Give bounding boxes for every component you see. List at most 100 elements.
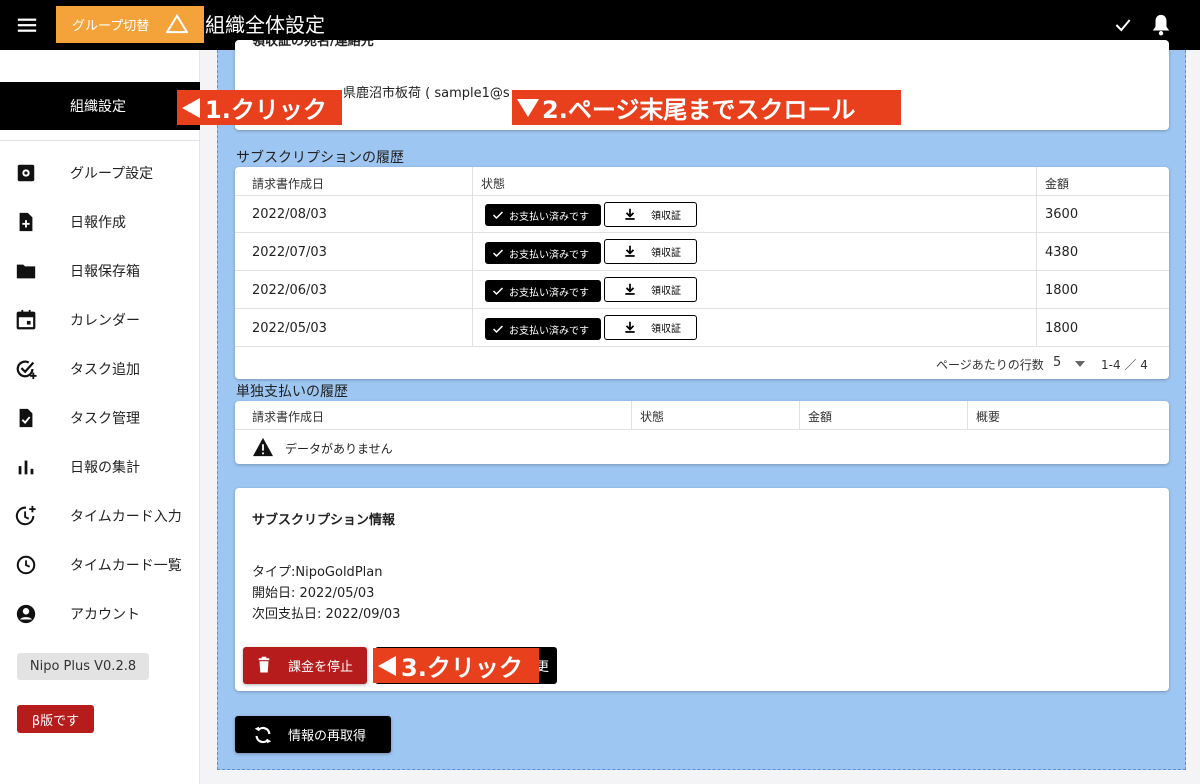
receipt-label: 領収証	[651, 211, 681, 222]
row-divider	[235, 195, 1169, 196]
sidebar-item-label: タイムカード入力	[70, 509, 182, 525]
stop-billing-button[interactable]: 課金を停止	[243, 647, 367, 684]
invoice-date: 2022/08/03	[252, 207, 327, 222]
column-header-invoice-date: 請求書作成日	[252, 410, 325, 424]
check-icon	[492, 325, 504, 334]
chevron-down-icon[interactable]	[1075, 361, 1085, 367]
status-text: お支払い済みです	[509, 325, 589, 337]
invoice-date: 2022/06/03	[252, 283, 327, 298]
menu-icon[interactable]	[16, 14, 38, 36]
sidebar-item-organization-settings[interactable]: 組織設定	[0, 82, 200, 130]
sidebar-item-add-task[interactable]: タスク追加	[0, 349, 200, 389]
sidebar-item-report-box[interactable]: 日報保存箱	[0, 251, 200, 291]
next-payment-date: 次回支払日: 2022/09/03	[252, 607, 401, 622]
status-badge: お支払い済みです	[485, 204, 601, 226]
rows-per-page-select[interactable]: 5	[1053, 355, 1061, 370]
arrow-left-icon	[182, 98, 200, 118]
beta-chip: β版です	[17, 705, 94, 733]
sidebar-item-label: タスク追加	[70, 362, 140, 378]
bar-chart-icon	[18, 460, 34, 475]
column-header-invoice-date: 請求書作成日	[252, 177, 325, 191]
sidebar-item-label: タスク管理	[70, 411, 140, 427]
rows-per-page-label: ページあたりの行数	[936, 358, 1044, 372]
check-icon	[492, 249, 504, 258]
version-chip: Nipo Plus V0.2.8	[17, 653, 149, 680]
sidebar-item-create-report[interactable]: 日報作成	[0, 202, 200, 242]
check-icon	[492, 211, 504, 220]
sidebar-item-calendar[interactable]: カレンダー	[0, 300, 200, 340]
status-text: お支払い済みです	[509, 287, 589, 299]
annotation-text: 3.クリック	[401, 654, 523, 682]
receipt-address-title: 領収証の宛名/連絡先	[252, 40, 374, 49]
bell-icon[interactable]	[1150, 13, 1172, 37]
task-add-icon	[16, 360, 37, 380]
column-divider	[472, 167, 473, 346]
receipt-download-button[interactable]: 領収証	[604, 239, 697, 264]
subscription-info-title: サブスクリプション情報	[252, 513, 396, 528]
receipt-label: 領収証	[651, 248, 681, 259]
row-divider	[235, 270, 1169, 271]
annotation-step3: 3.クリック	[373, 648, 539, 683]
settings-icon	[17, 164, 35, 182]
sidebar-item-label: 組織設定	[70, 99, 126, 115]
task-file-icon	[19, 408, 33, 428]
check-icon[interactable]	[1113, 15, 1133, 35]
status-badge: お支払い済みです	[485, 318, 601, 340]
sidebar-item-report-summary[interactable]: 日報の集計	[0, 447, 200, 487]
column-header-summary: 概要	[976, 410, 1001, 424]
column-header-amount: 金額	[1045, 177, 1070, 191]
sidebar-item-label: 日報作成	[70, 215, 126, 231]
row-divider	[235, 308, 1169, 309]
trash-icon	[258, 656, 270, 673]
amount: 1800	[1045, 283, 1079, 298]
receipt-download-button[interactable]: 領収証	[604, 202, 697, 227]
page-range: 1-4 ／ 4	[1101, 358, 1148, 372]
check-icon	[492, 287, 504, 296]
annotation-text: 1.クリック	[205, 96, 327, 124]
status-badge: お支払い済みです	[485, 242, 601, 264]
annotation-step1: 1.クリック	[177, 90, 342, 125]
receipt-label: 領収証	[651, 286, 681, 297]
amount: 1800	[1045, 321, 1079, 336]
subscription-history-table: 請求書作成日 状態 金額 2022/08/03 お支払い済みです 領収証 360…	[235, 167, 1169, 379]
refresh-icon	[254, 726, 272, 744]
group-switch-button[interactable]: グループ切替	[56, 6, 204, 43]
sidebar-divider	[0, 140, 200, 141]
stop-billing-label: 課金を停止	[288, 660, 354, 675]
sidebar-item-group-settings[interactable]: グループ設定	[0, 153, 200, 193]
receipt-download-button[interactable]: 領収証	[604, 315, 697, 340]
sidebar-item-task-management[interactable]: タスク管理	[0, 398, 200, 438]
column-divider	[631, 401, 632, 429]
start-date: 開始日: 2022/05/03	[252, 586, 375, 601]
sidebar-item-timecard-input[interactable]: タイムカード入力	[0, 496, 200, 536]
sidebar-item-account[interactable]: アカウント	[0, 594, 200, 634]
status-badge: お支払い済みです	[485, 280, 601, 302]
warning-icon	[166, 14, 188, 34]
column-divider	[799, 401, 800, 429]
sidebar: 組織設定 グループ設定 日報作成 日報保存箱 カレンダー タスク追加 タスク管理…	[0, 50, 200, 784]
single-payment-history-table: 請求書作成日 状態 金額 概要 データがありません	[235, 401, 1169, 464]
empty-state-text: データがありません	[285, 442, 393, 456]
download-icon	[625, 283, 635, 295]
warning-icon	[253, 437, 273, 457]
note-add-icon	[19, 212, 33, 232]
status-text: お支払い済みです	[509, 211, 589, 223]
receipt-download-button[interactable]: 領収証	[604, 277, 697, 302]
download-icon	[625, 321, 635, 333]
refetch-info-button[interactable]: 情報の再取得	[235, 716, 391, 753]
amount: 3600	[1045, 207, 1079, 222]
folder-icon	[16, 264, 36, 279]
main-content: 領収証の宛名/連絡先 県鹿沼市板荷 ( sample1@s サブスクリプションの…	[217, 40, 1186, 770]
single-payment-history-title: 単独支払いの履歴	[236, 384, 348, 400]
download-icon	[625, 245, 635, 257]
annotation-step2: 2.ページ末尾までスクロール	[512, 90, 901, 125]
account-icon	[16, 604, 36, 624]
row-divider	[235, 232, 1169, 233]
arrow-left-icon	[378, 656, 396, 676]
row-divider	[235, 346, 1169, 347]
subscription-history-title: サブスクリプションの履歴	[236, 150, 404, 166]
sidebar-item-label: カレンダー	[70, 313, 140, 329]
sidebar-item-timecard-list[interactable]: タイムカード一覧	[0, 545, 200, 585]
column-header-status: 状態	[481, 177, 506, 191]
column-divider	[967, 401, 968, 429]
